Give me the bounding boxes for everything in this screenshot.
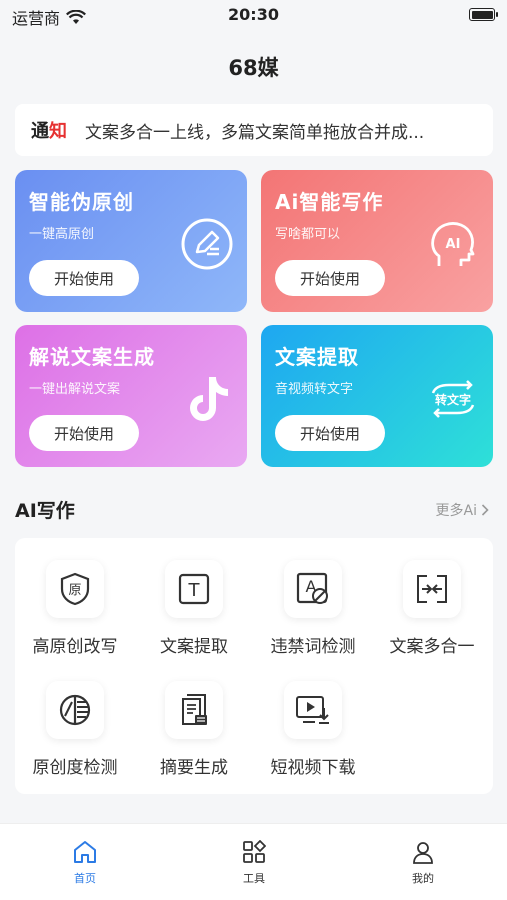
tool-copy-merge[interactable]: 文案多合一 — [372, 560, 492, 670]
notice-tag: 通知 — [31, 117, 67, 143]
tool-banned-word-check[interactable]: A 违禁词检测 — [253, 560, 373, 670]
home-icon — [74, 841, 96, 863]
tool-label: 短视频下载 — [270, 758, 356, 778]
tab-tools-label: 工具 — [243, 872, 265, 885]
status-bar: 运营商 20:30 — [0, 0, 507, 32]
card-commentary-copy[interactable]: 解说文案生成 一键出解说文案 开始使用 — [15, 325, 247, 467]
tiktok-icon — [190, 377, 228, 421]
tool-label: 文案提取 — [160, 637, 228, 657]
start-button[interactable]: 开始使用 — [29, 415, 139, 451]
notice-tag-part-2: 知 — [49, 121, 67, 142]
battery-icon — [469, 8, 498, 21]
notice-bar[interactable]: 通知 文案多合一上线，多篇文案简单拖放合并成... — [15, 104, 493, 156]
tool-label: 摘要生成 — [160, 758, 228, 778]
more-ai-label: 更多Ai — [435, 503, 477, 519]
tool-text-extract[interactable]: T 文案提取 — [134, 560, 254, 670]
tool-icon-box — [284, 681, 342, 739]
chevron-right-icon — [481, 504, 489, 516]
status-time: 20:30 — [228, 5, 279, 24]
tool-summary-generate[interactable]: 摘要生成 — [134, 681, 254, 791]
start-button[interactable]: 开始使用 — [275, 415, 385, 451]
more-ai-link[interactable]: 更多Ai — [436, 500, 489, 520]
tool-icon-box — [46, 681, 104, 739]
tab-home[interactable]: 首页 — [55, 840, 115, 886]
tool-icon-box: T — [165, 560, 223, 618]
tab-home-label: 首页 — [74, 872, 96, 885]
document-icon — [182, 694, 207, 725]
tab-tools[interactable]: 工具 — [224, 840, 284, 886]
notice-tag-part-1: 通 — [31, 121, 49, 142]
card-ai-writing[interactable]: Ai智能写作 写啥都可以 AI 开始使用 — [261, 170, 493, 312]
start-button[interactable]: 开始使用 — [29, 260, 139, 296]
card-title: Ai智能写作 — [275, 190, 384, 214]
banned-word-icon: A — [296, 572, 328, 604]
text-box-icon-label: T — [188, 580, 201, 601]
tab-mine-label: 我的 — [412, 872, 434, 885]
tool-label: 违禁词检测 — [270, 637, 356, 657]
svg-text:AI: AI — [446, 237, 461, 252]
tool-icon-box — [165, 681, 223, 739]
tool-originality-check[interactable]: 原创度检测 — [15, 681, 135, 791]
shield-original-icon: 原 — [60, 572, 90, 606]
tool-short-video-download[interactable]: 短视频下载 — [253, 681, 373, 791]
card-title: 文案提取 — [275, 345, 359, 369]
ai-head-icon: AI — [431, 222, 475, 266]
tool-label: 文案多合一 — [389, 637, 475, 657]
card-text-extract[interactable]: 文案提取 音视频转文字 转文字 开始使用 — [261, 325, 493, 467]
bottom-tab-bar: 首页 工具 我的 — [0, 823, 507, 900]
grid-icon — [243, 840, 266, 863]
ai-tools-panel: 原 高原创改写 T 文案提取 A 违禁词检测 文案多合一 原创度检测 摘要生成 … — [15, 538, 493, 794]
section-title-ai-writing: AI写作 — [15, 500, 75, 522]
shield-icon-label: 原 — [68, 583, 81, 598]
tool-icon-box: A — [284, 560, 342, 618]
tool-icon-box: 原 — [46, 560, 104, 618]
page-title: 68媒 — [228, 56, 279, 80]
user-icon — [413, 842, 433, 864]
tab-mine[interactable]: 我的 — [393, 840, 453, 886]
notice-text: 文案多合一上线，多篇文案简单拖放合并成... — [85, 122, 425, 143]
convert-text-icon: 转文字 — [431, 380, 475, 418]
card-title: 解说文案生成 — [29, 345, 155, 369]
edit-circle-icon — [181, 218, 233, 270]
tool-icon-box — [403, 560, 461, 618]
card-title: 智能伪原创 — [29, 190, 134, 214]
text-box-icon: T — [178, 573, 210, 605]
video-download-icon — [296, 696, 329, 724]
card-smart-rewrite[interactable]: 智能伪原创 一键高原创 开始使用 — [15, 170, 247, 312]
pie-check-icon — [59, 694, 91, 726]
tool-high-original-rewrite[interactable]: 原 高原创改写 — [15, 560, 135, 670]
tool-label: 原创度检测 — [32, 758, 118, 778]
convert-text-icon-label: 转文字 — [435, 392, 471, 407]
tool-label: 高原创改写 — [32, 637, 118, 657]
merge-icon — [417, 575, 447, 603]
start-button[interactable]: 开始使用 — [275, 260, 385, 296]
